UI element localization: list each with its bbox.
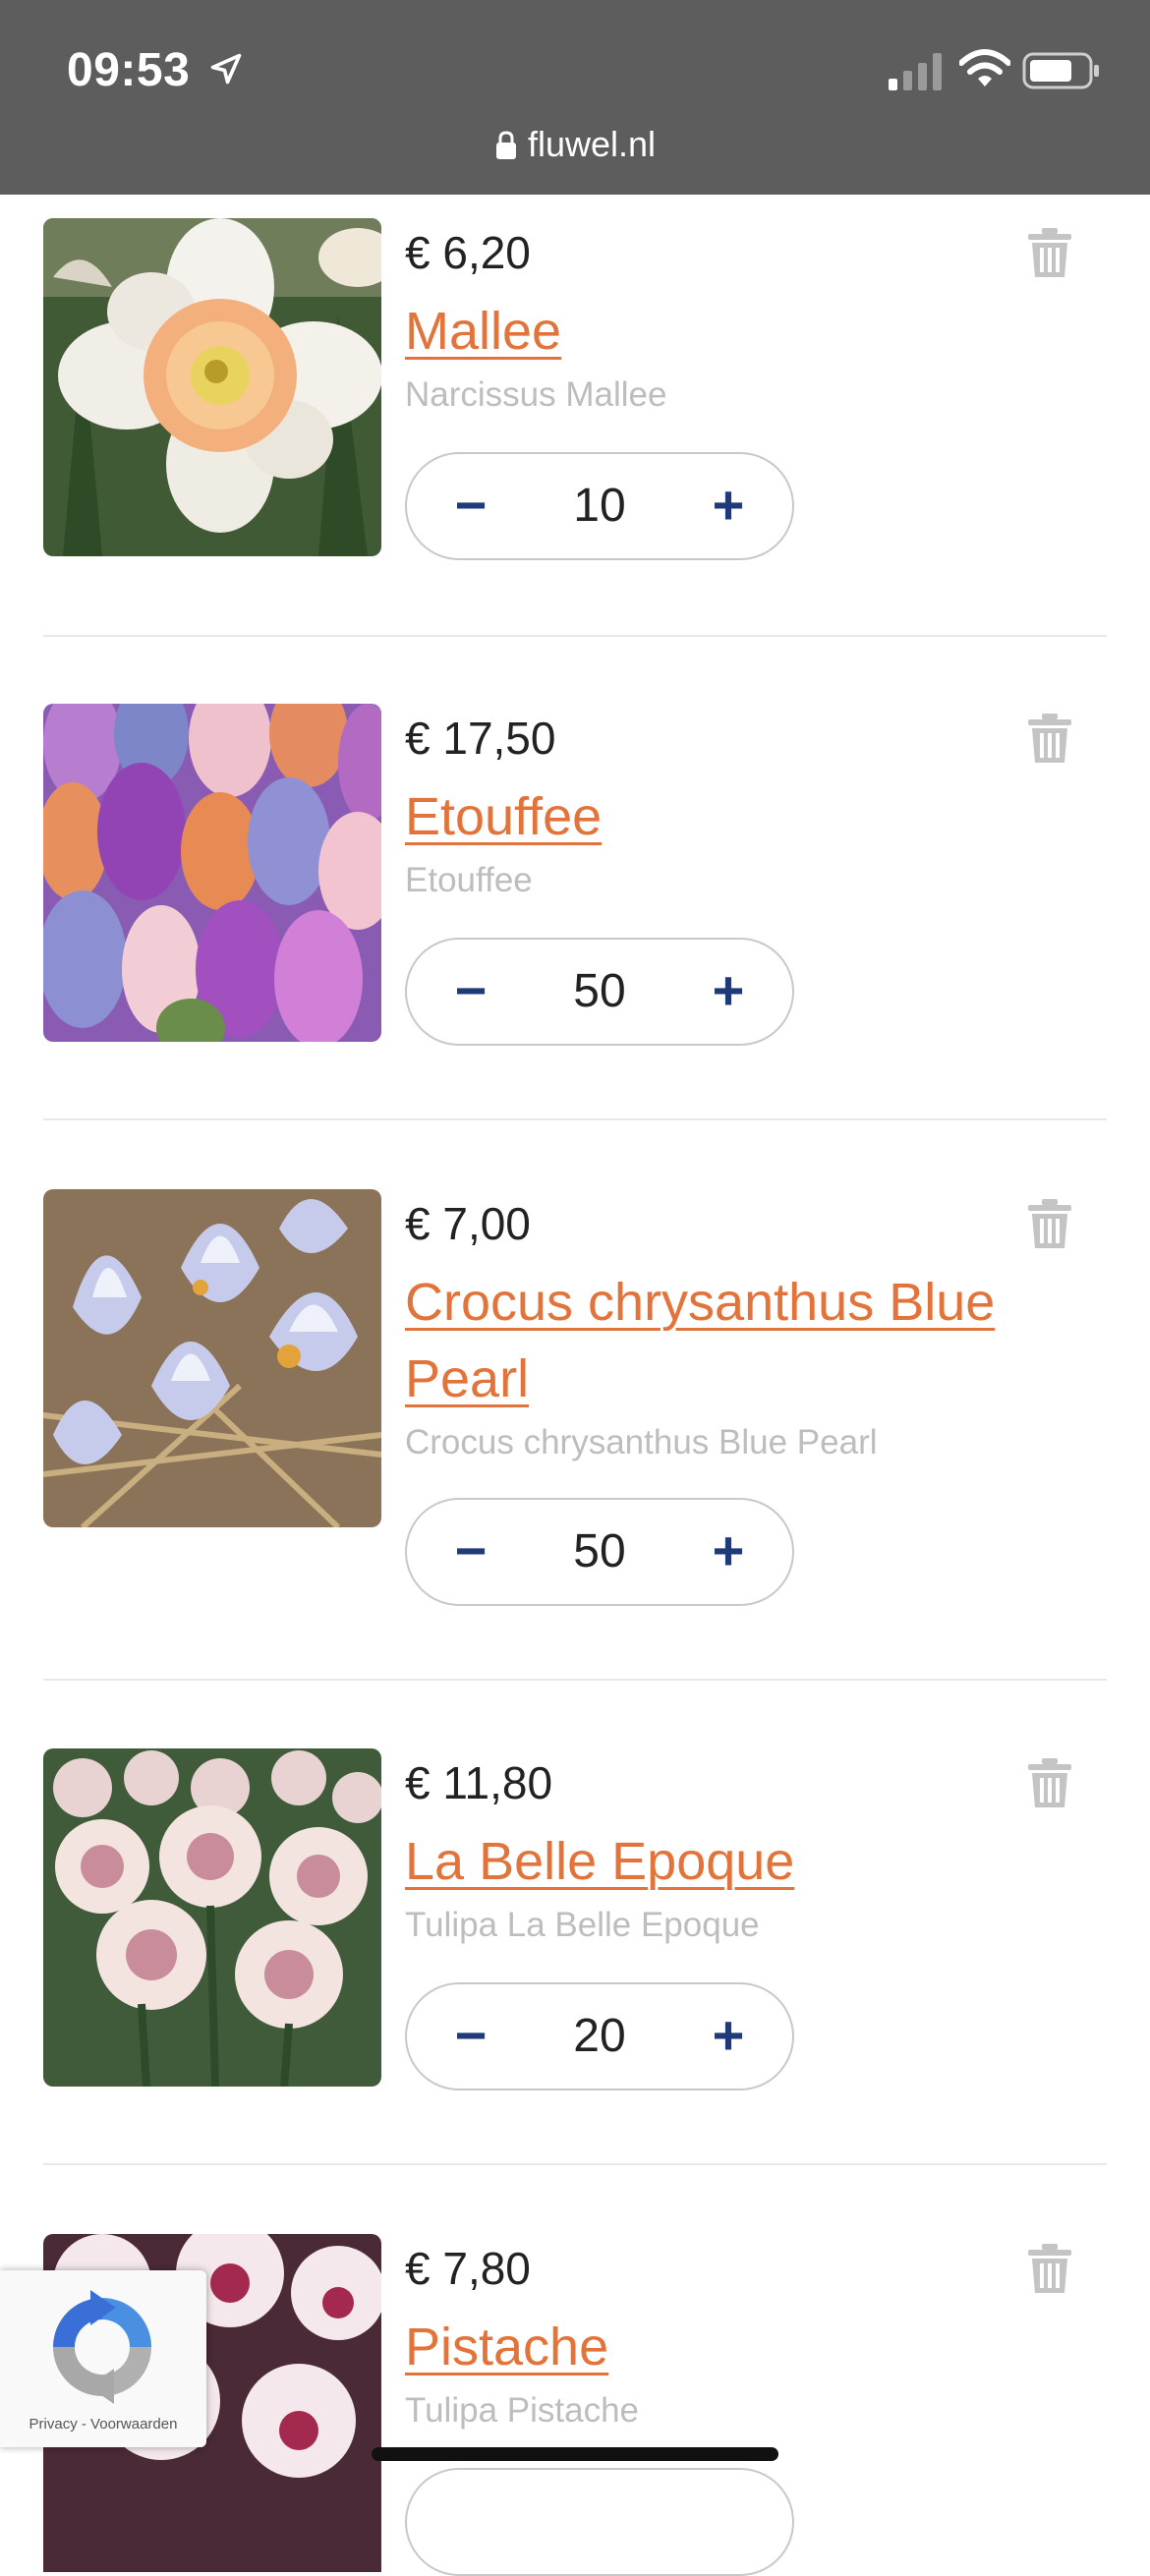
decrease-quantity-button[interactable]: −: [417, 940, 525, 1044]
trash-icon[interactable]: [1028, 2244, 1071, 2293]
decrease-quantity-button[interactable]: −: [417, 1984, 525, 2089]
item-latin-name: Tulipa Pistache: [405, 2391, 639, 2430]
item-name-link[interactable]: Etouffee: [405, 778, 1054, 855]
quantity-stepper: − 50 +: [405, 1498, 794, 1606]
item-name-link[interactable]: Pistache: [405, 2309, 1054, 2385]
item-divider: [43, 1118, 1107, 1120]
location-arrow-icon: [210, 53, 242, 85]
item-latin-name: Etouffee: [405, 861, 533, 899]
item-latin-name: Tulipa La Belle Epoque: [405, 1906, 760, 1944]
status-time: 09:53: [67, 44, 191, 96]
url-text: fluwel.nl: [527, 124, 657, 164]
home-indicator[interactable]: [372, 2447, 778, 2461]
item-name-link[interactable]: La Belle Epoque: [405, 1823, 1054, 1900]
item-divider: [43, 635, 1107, 637]
trash-icon[interactable]: [1028, 228, 1071, 277]
decrease-quantity-button[interactable]: −: [417, 454, 525, 558]
increase-quantity-button[interactable]: +: [674, 454, 782, 558]
item-name-link[interactable]: Mallee: [405, 293, 1054, 370]
quantity-stepper: − 20 +: [405, 1982, 794, 2090]
browser-status-bar: 09:53 fluwel.nl: [0, 0, 1150, 195]
item-price: € 6,20: [405, 227, 531, 278]
recaptcha-links[interactable]: Privacy - Voorwaarden: [0, 2416, 206, 2433]
product-image[interactable]: [43, 1189, 381, 1527]
trash-icon[interactable]: [1028, 1758, 1071, 1807]
wifi-icon: [959, 49, 1010, 86]
increase-quantity-button[interactable]: +: [674, 940, 782, 1044]
quantity-stepper: [405, 2468, 794, 2576]
quantity-value[interactable]: 50: [515, 1500, 684, 1604]
product-image[interactable]: [43, 218, 381, 556]
item-price: € 17,50: [405, 713, 556, 764]
item-price: € 7,00: [405, 1198, 531, 1249]
product-image[interactable]: [43, 704, 381, 1042]
quantity-value[interactable]: 20: [515, 1984, 684, 2089]
item-divider: [43, 2163, 1107, 2165]
lock-icon: [495, 131, 516, 159]
item-latin-name: Crocus chrysanthus Blue Pearl: [405, 1423, 878, 1461]
trash-icon[interactable]: [1028, 1199, 1071, 1248]
trash-icon[interactable]: [1028, 714, 1071, 763]
recaptcha-logo-icon: [53, 2290, 151, 2404]
item-latin-name: Narcissus Mallee: [405, 375, 667, 414]
item-name-link[interactable]: Crocus chrysanthus Blue Pearl: [405, 1264, 1054, 1417]
item-price: € 11,80: [405, 1757, 553, 1808]
cellular-signal-icon: [889, 53, 942, 90]
increase-quantity-button[interactable]: +: [674, 1500, 782, 1604]
battery-icon: [1022, 52, 1099, 89]
quantity-value[interactable]: 10: [515, 454, 684, 558]
product-image[interactable]: [43, 1748, 381, 2087]
increase-quantity-button[interactable]: +: [674, 1984, 782, 2089]
url-bar[interactable]: fluwel.nl: [0, 124, 1150, 165]
quantity-stepper: − 10 +: [405, 452, 794, 560]
item-divider: [43, 1679, 1107, 1681]
quantity-value[interactable]: 50: [515, 940, 684, 1044]
item-price: € 7,80: [405, 2243, 531, 2294]
recaptcha-badge[interactable]: Privacy - Voorwaarden: [0, 2270, 206, 2447]
decrease-quantity-button[interactable]: −: [417, 1500, 525, 1604]
quantity-stepper: − 50 +: [405, 938, 794, 1046]
